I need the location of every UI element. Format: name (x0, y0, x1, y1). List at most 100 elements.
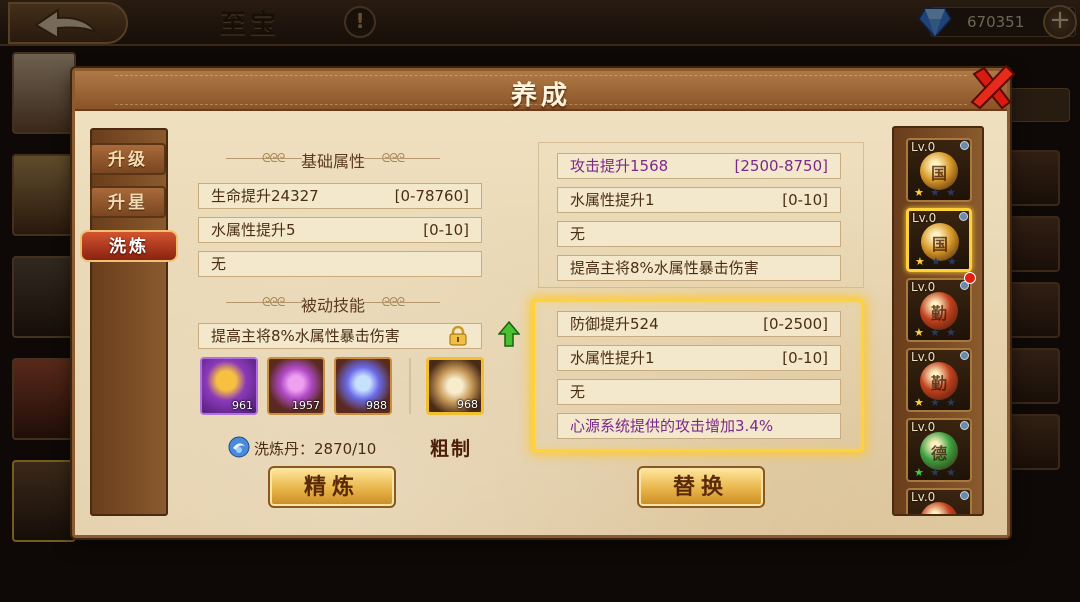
new-stat-row: 无 (557, 379, 841, 405)
divider (409, 358, 411, 414)
treasure-level: Lv.0 (911, 280, 936, 294)
gear-icon (960, 421, 969, 430)
item-count: 1957 (292, 399, 320, 412)
star-icon: ★ (931, 255, 941, 268)
star-icon: ★ (947, 255, 957, 268)
treasure-coin-icon: 国 (920, 152, 958, 190)
star-icon: ★ (946, 466, 956, 479)
stat-label: 无 (211, 255, 227, 273)
tab-refine[interactable]: 洗炼 (80, 230, 178, 262)
base-stat-row: 无 (198, 251, 482, 277)
stat-label: 防御提升524 (570, 315, 659, 333)
treasure-level: Lv.0 (911, 420, 936, 434)
stat-label: 生命提升24327 (211, 187, 319, 205)
treasure-level: Lv.0 (912, 211, 937, 225)
current-stat-row: 提高主将8%水属性暴击伤害 (557, 255, 841, 281)
treasure-level: Lv.0 (911, 350, 936, 364)
treasure-level: Lv.0 (911, 140, 936, 154)
new-stat-row: 水属性提升1 [0-10] (557, 345, 841, 371)
dialog-header: 养成 (75, 71, 1007, 111)
stat-label: 心源系统提供的攻击增加3.4% (570, 417, 774, 435)
star-icon: ★ (930, 186, 940, 199)
star-icon: ★ (914, 186, 924, 199)
current-stat-row: 攻击提升1568 [2500-8750] (557, 153, 841, 179)
section-title: 基础属性 (300, 152, 365, 171)
treasure-slot[interactable]: Lv.0 国 ★ ★ ★ (906, 138, 972, 202)
base-attr-heading: ᘓᘓᘓ 基础属性 ᘓᘓᘓ (226, 148, 440, 172)
stat-label: 水属性提升1 (570, 191, 655, 209)
gear-icon (960, 141, 969, 150)
star-icon: ★ (915, 255, 925, 268)
current-stat-row: 无 (557, 221, 841, 247)
item-count: 961 (232, 399, 253, 412)
treasure-coin-icon: 勤 (920, 292, 958, 330)
treasure-slot[interactable]: Lv.0 国 ★ ★ ★ (906, 208, 972, 272)
stat-label: 无 (570, 225, 586, 243)
refine-pill-icon (228, 436, 250, 458)
skill-text: 提高主将8%水属性暴击伤害 (211, 327, 400, 345)
treasure-glyph: 国 (931, 235, 948, 254)
stat-range: [0-10] (423, 221, 469, 239)
base-stat-row: 生命提升24327 [0-78760] (198, 183, 482, 209)
star-icon: ★ (914, 466, 924, 479)
stat-label: 水属性提升1 (570, 349, 655, 367)
refine-pill-text: 洗炼丹：2870/10 (254, 440, 377, 458)
divider-ornament: ᘓᘓᘓ (262, 151, 285, 165)
item-count: 988 (366, 399, 387, 412)
upgrade-arrow-icon (498, 320, 520, 347)
star-icon: ★ (914, 326, 924, 339)
star-icon: ★ (946, 186, 956, 199)
notification-dot (964, 272, 976, 284)
lock-icon[interactable] (449, 326, 467, 346)
stat-range: [0-10] (782, 191, 828, 209)
blue-crystal-icon[interactable]: 988 (334, 357, 392, 415)
new-stat-row: 防御提升524 [0-2500] (557, 311, 841, 337)
refine-button[interactable]: 精炼 (268, 466, 396, 508)
star-icon: ★ (946, 326, 956, 339)
stat-label: 攻击提升1568 (570, 157, 669, 175)
treasure-list: Lv.0 国 ★ ★ ★ Lv.0 国 ★ ★ ★ Lv.0 勤 ★ ★ ★ Lv.0 勤 ★ ★ ★ Lv.0 德 ★ ★ ★… (892, 126, 984, 516)
tab-star-up[interactable]: 升星 (90, 186, 166, 218)
treasure-glyph: 国 (930, 164, 947, 183)
stat-label: 水属性提升5 (211, 221, 296, 239)
stat-range: [2500-8750] (734, 157, 828, 175)
grade-label: 粗制 (430, 438, 473, 460)
passive-skill-heading: ᘓᘓᘓ 被动技能 ᘓᘓᘓ (226, 292, 440, 316)
divider (364, 302, 440, 303)
close-icon[interactable] (966, 62, 1018, 114)
gear-icon (960, 491, 969, 500)
dialog-title: 养成 (510, 81, 571, 111)
stat-range: [0-2500] (763, 315, 828, 333)
treasure-coin-icon (920, 502, 958, 514)
passive-skill-row: 提高主将8%水属性暴击伤害 (198, 323, 482, 349)
treasure-glyph: 德 (930, 444, 947, 463)
purple-crystal-icon[interactable]: 961 (200, 357, 258, 415)
tab-upgrade[interactable]: 升级 (90, 143, 166, 175)
divider-ornament: ᘓᘓᘓ (262, 295, 285, 309)
treasure-glyph: 勤 (930, 374, 947, 393)
stat-range: [0-78760] (394, 187, 469, 205)
star-icon: ★ (914, 396, 924, 409)
current-stat-row: 水属性提升1 [0-10] (557, 187, 841, 213)
treasure-glyph: 勤 (930, 304, 947, 323)
stat-label: 提高主将8%水属性暴击伤害 (570, 259, 759, 277)
treasure-slot[interactable]: Lv.0 德 ★ ★ ★ (906, 418, 972, 482)
scroll-icon[interactable]: 968 (426, 357, 484, 415)
gear-icon (959, 212, 968, 221)
section-title: 被动技能 (300, 296, 365, 315)
gear-icon (960, 351, 969, 360)
treasure-slot[interactable]: Lv.0★★★ (906, 488, 972, 514)
base-stat-row: 水属性提升5 [0-10] (198, 217, 482, 243)
pink-crystal-icon[interactable]: 1957 (267, 357, 325, 415)
treasure-slot[interactable]: Lv.0 勤 ★ ★ ★ (906, 348, 972, 412)
item-count: 968 (457, 398, 478, 411)
star-icon: ★ (930, 396, 940, 409)
stat-label: 无 (570, 383, 586, 401)
new-stat-row: 心源系统提供的攻击增加3.4% (557, 413, 841, 439)
star-icon: ★ (930, 326, 940, 339)
replace-button[interactable]: 替换 (637, 466, 765, 508)
divider (364, 158, 440, 159)
treasure-coin-icon: 勤 (920, 362, 958, 400)
stat-range: [0-10] (782, 349, 828, 367)
treasure-slot[interactable]: Lv.0 勤 ★ ★ ★ (906, 278, 972, 342)
